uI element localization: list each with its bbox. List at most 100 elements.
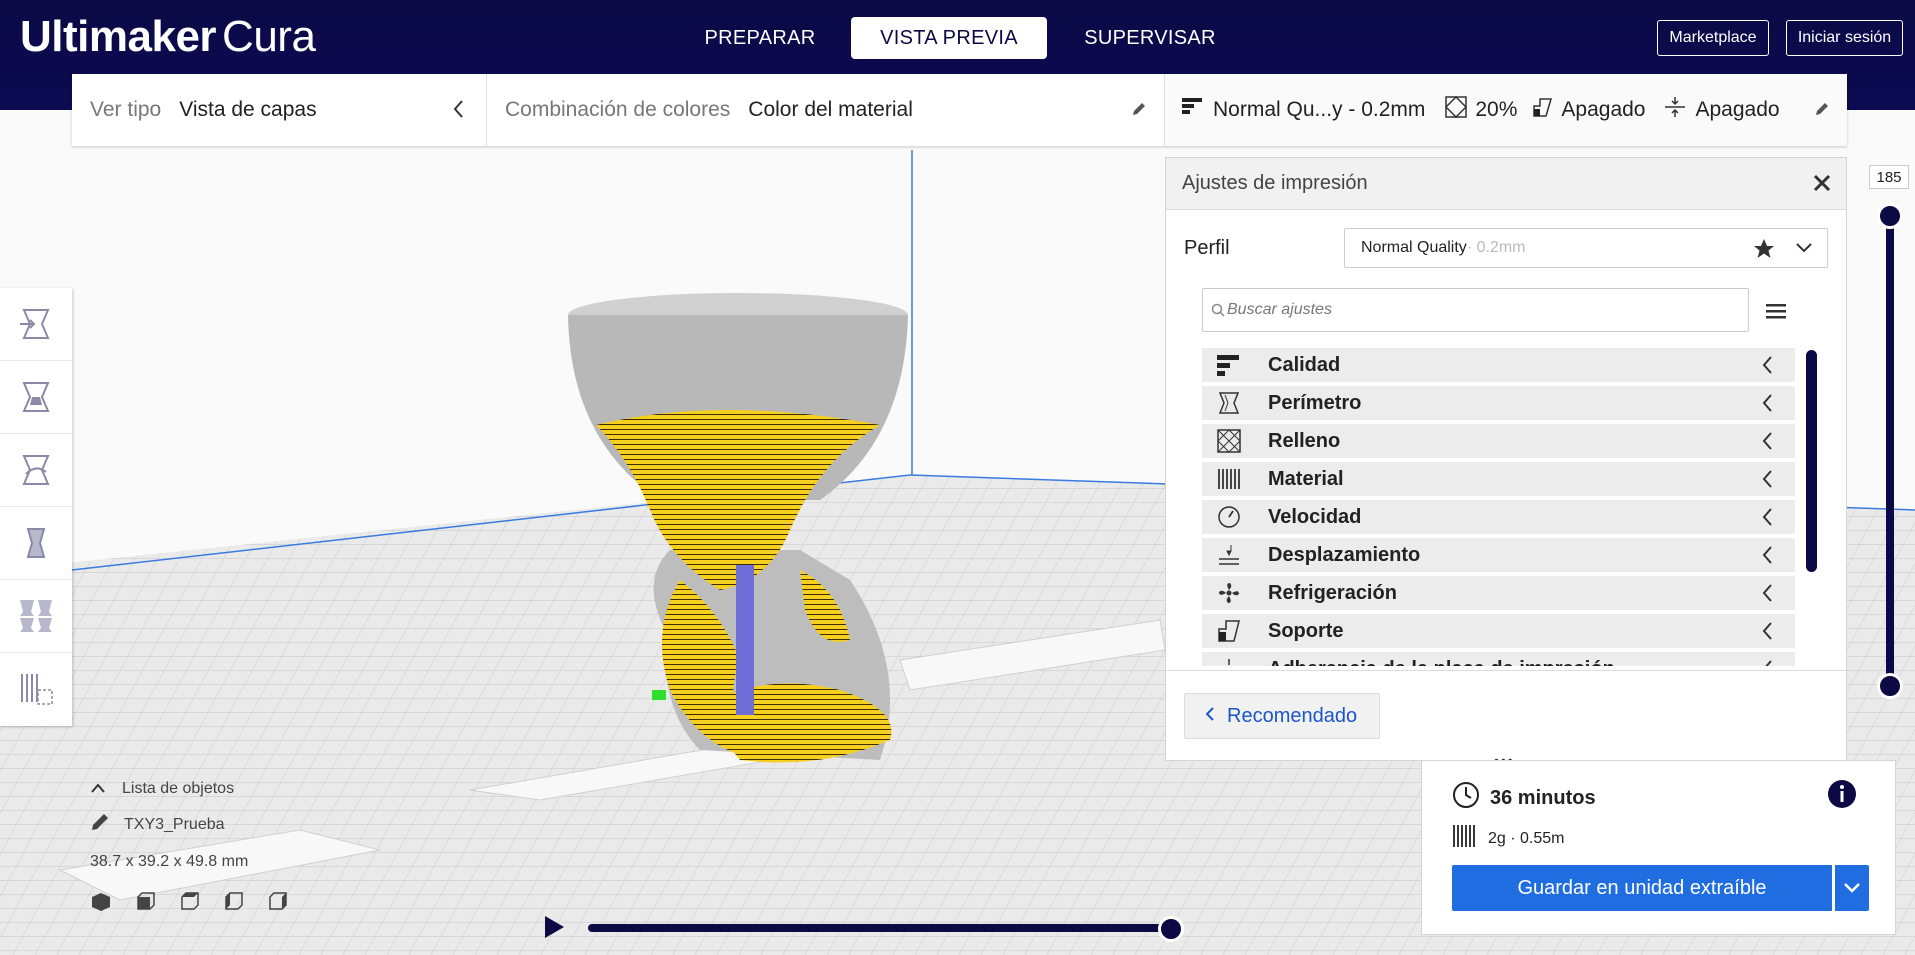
recommended-label: Recomendado — [1227, 704, 1358, 727]
path-slider-handle[interactable] — [1158, 916, 1184, 942]
mirror-tool-button[interactable] — [0, 507, 72, 580]
settings-search-input[interactable]: Buscar ajustes — [1202, 288, 1749, 332]
profile-dropdown[interactable]: Normal Quality · 0.2mm — [1344, 228, 1828, 268]
view-type-label: Ver tipo — [90, 98, 162, 121]
scale-tool-button[interactable] — [0, 361, 72, 434]
print-time: 36 minutos — [1490, 786, 1596, 809]
chevron-left-icon — [1761, 469, 1773, 495]
category-label: Perímetro — [1268, 391, 1362, 414]
panel-title: Ajustes de impresión — [1182, 172, 1368, 194]
object-list-panel: Lista de objetos TXY3_Prueba 38.7 x 39.2… — [90, 780, 288, 913]
category-label: Refrigeración — [1268, 581, 1397, 604]
3d-view-icon[interactable] — [90, 891, 112, 913]
profile-suffix: · 0.2mm — [1466, 239, 1526, 256]
rotate-tool-button[interactable] — [0, 434, 72, 507]
layer-slider-track — [1886, 213, 1894, 685]
app-logo: Ultimaker Cura — [20, 12, 316, 61]
move-tool-button[interactable] — [0, 288, 72, 361]
material-icon — [1214, 466, 1244, 492]
save-to-removable-button[interactable]: Guardar en unidad extraíble — [1452, 865, 1832, 911]
pencil-icon — [90, 812, 110, 837]
view-type-value: Vista de capas — [179, 98, 317, 121]
play-icon[interactable] — [543, 915, 565, 944]
adhesion-icon — [1664, 96, 1686, 124]
support-blocker-button[interactable] — [0, 653, 72, 726]
category-label: Relleno — [1268, 429, 1341, 452]
profile-label: Perfil — [1184, 236, 1230, 259]
close-icon[interactable] — [1812, 173, 1832, 199]
category-desplazamiento[interactable]: Desplazamiento — [1202, 538, 1795, 572]
per-model-icon — [20, 600, 52, 632]
support-value: Apagado — [1561, 98, 1646, 121]
travel-icon — [1214, 542, 1244, 568]
quality-icon — [1181, 96, 1203, 124]
view-type-selector[interactable]: Ver tipo Vista de capas — [72, 74, 487, 146]
quality-icon — [1214, 352, 1244, 378]
color-scheme-label: Combinación de colores — [505, 98, 731, 121]
front-view-icon[interactable] — [134, 891, 156, 913]
info-icon[interactable] — [1827, 779, 1857, 814]
object-name-row[interactable]: TXY3_Prueba — [90, 812, 288, 837]
adhesion-icon — [1214, 656, 1244, 666]
object-list-label: Lista de objetos — [122, 780, 235, 797]
chevron-left-icon — [1761, 355, 1773, 381]
infill-value: 20% — [1475, 98, 1518, 121]
path-slider-track — [588, 924, 1176, 932]
category-calidad[interactable]: Calidad — [1202, 348, 1795, 382]
search-placeholder: Buscar ajustes — [1227, 301, 1332, 318]
category-soporte[interactable]: Soporte — [1202, 614, 1795, 648]
settings-menu-icon[interactable] — [1766, 302, 1786, 325]
category-label: Velocidad — [1268, 505, 1362, 528]
category-label: Soporte — [1268, 619, 1344, 642]
cooling-icon — [1214, 580, 1244, 606]
print-settings-panel: Ajustes de impresión Perfil Normal Quali… — [1165, 157, 1847, 768]
category-label: Desplazamiento — [1268, 543, 1421, 566]
infill-icon — [1445, 95, 1468, 124]
category-refrigeracion[interactable]: Refrigeración — [1202, 576, 1795, 610]
per-model-settings-button[interactable] — [0, 580, 72, 653]
chevron-down-icon — [1844, 883, 1860, 893]
chevron-left-icon — [1761, 393, 1773, 419]
category-relleno[interactable]: Relleno — [1202, 424, 1795, 458]
category-adherencia[interactable]: Adherencia de la placa de impresión — [1202, 652, 1795, 666]
color-scheme-selector[interactable]: Combinación de colores Color del materia… — [487, 74, 1165, 146]
layer-slider-top-handle[interactable] — [1877, 203, 1903, 229]
profile-row: Perfil Normal Quality · 0.2mm — [1184, 228, 1828, 268]
chevron-left-icon — [1761, 545, 1773, 571]
chevron-left-icon — [1761, 621, 1773, 647]
chevron-up-icon — [90, 780, 106, 798]
print-setup-selector[interactable]: Normal Qu...y - 0.2mm 20% Apagado Apagad… — [1165, 74, 1847, 146]
sign-in-button[interactable]: Iniciar sesión — [1786, 20, 1903, 56]
tab-preparar[interactable]: PREPARAR — [700, 17, 820, 59]
shell-icon — [1214, 390, 1244, 416]
infill-icon — [1214, 428, 1244, 454]
color-scheme-value: Color del material — [748, 98, 913, 121]
material-usage: 2g · 0.55m — [1488, 829, 1565, 847]
category-velocidad[interactable]: Velocidad — [1202, 500, 1795, 534]
chevron-left-icon — [1761, 431, 1773, 457]
object-list-toggle[interactable]: Lista de objetos — [90, 780, 288, 798]
pencil-icon — [1130, 100, 1148, 124]
object-name: TXY3_Prueba — [124, 815, 225, 833]
tool-sidebar — [0, 288, 72, 726]
layer-slider-bottom-handle[interactable] — [1877, 673, 1903, 699]
chevron-left-icon — [1761, 507, 1773, 533]
marketplace-button[interactable]: Marketplace — [1657, 20, 1769, 56]
mirror-icon — [26, 528, 46, 558]
tab-vista-previa[interactable]: VISTA PREVIA — [851, 17, 1047, 59]
save-options-dropdown[interactable] — [1835, 865, 1869, 911]
right-view-icon[interactable] — [266, 891, 288, 913]
category-label: Calidad — [1268, 353, 1341, 376]
search-icon — [1211, 303, 1225, 322]
tab-supervisar[interactable]: SUPERVISAR — [1084, 17, 1215, 59]
category-material[interactable]: Material — [1202, 462, 1795, 496]
left-view-icon[interactable] — [222, 891, 244, 913]
rotate-icon — [22, 455, 50, 485]
settings-scrollbar[interactable] — [1806, 350, 1817, 572]
top-view-icon[interactable] — [178, 891, 200, 913]
recommended-button[interactable]: Recomendado — [1184, 693, 1380, 739]
star-icon[interactable] — [1753, 238, 1775, 265]
layer-number-box[interactable]: 185 — [1869, 165, 1909, 189]
layer-slider[interactable]: 185 — [1869, 165, 1909, 705]
category-perimetro[interactable]: Perímetro — [1202, 386, 1795, 420]
